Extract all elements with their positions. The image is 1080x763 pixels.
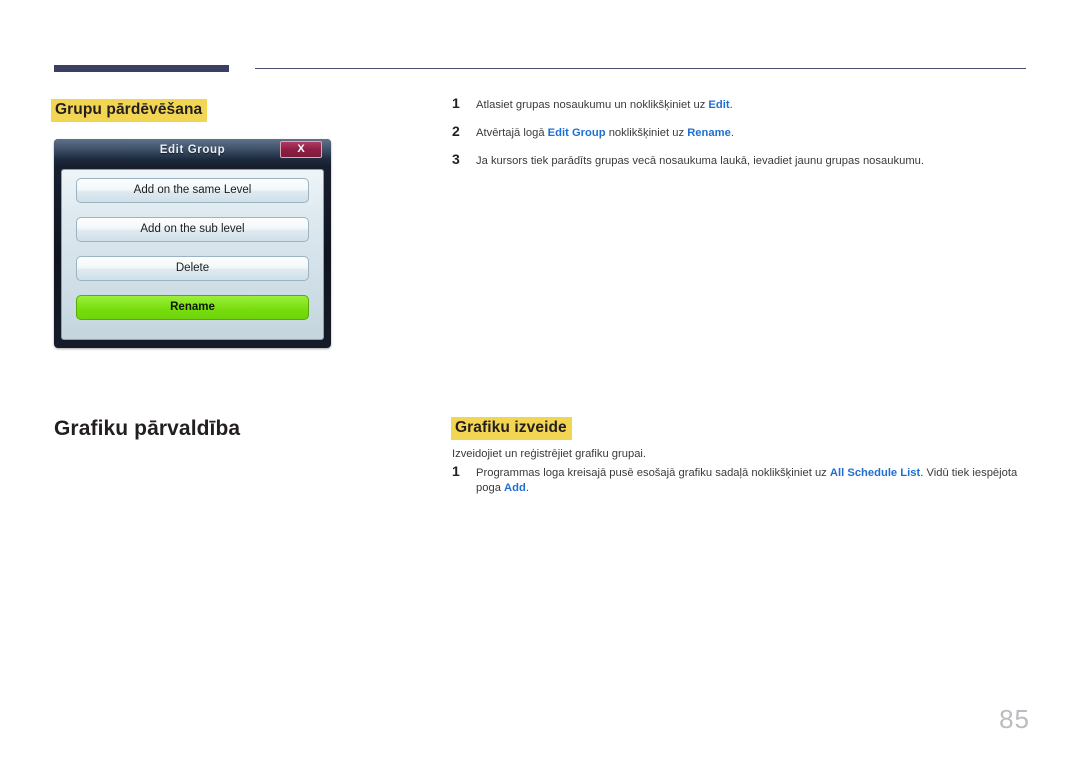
step-text: Atvērtajā logā Edit Group noklikšķiniet … bbox=[476, 127, 734, 139]
delete-button[interactable]: Delete bbox=[76, 256, 309, 281]
close-icon[interactable]: X bbox=[280, 141, 322, 158]
dialog-body: Add on the same Level Add on the sub lev… bbox=[61, 169, 324, 340]
add-on-sub-level-button[interactable]: Add on the sub level bbox=[76, 217, 309, 242]
page-title: Grafiku pārvaldība bbox=[54, 417, 241, 440]
step-number: 3 bbox=[452, 151, 460, 167]
dialog-titlebar: Edit Group X bbox=[54, 139, 331, 166]
list-item: 2 Atvērtajā logā Edit Group noklikšķinie… bbox=[452, 123, 1027, 141]
list-item: 3 Ja kursors tiek parādīts grupas vecā n… bbox=[452, 151, 1027, 169]
step-text: Ja kursors tiek parādīts grupas vecā nos… bbox=[476, 155, 924, 167]
header-rule-right bbox=[255, 68, 1026, 69]
step-number: 1 bbox=[452, 463, 460, 479]
section-heading-rename-group: Grupu pārdēvēšana bbox=[51, 99, 208, 122]
list-item: 1 Atlasiet grupas nosaukumu un noklikšķi… bbox=[452, 95, 1027, 113]
step-number: 2 bbox=[452, 123, 460, 139]
rename-button[interactable]: Rename bbox=[76, 295, 309, 320]
step-number: 1 bbox=[452, 95, 460, 111]
header-rule-left bbox=[54, 65, 229, 72]
edit-group-dialog: Edit Group X Add on the same Level Add o… bbox=[54, 139, 331, 348]
steps-list-create-schedule: 1 Programmas loga kreisajā pusē esošajā … bbox=[452, 463, 1027, 509]
page-number: 85 bbox=[999, 704, 1030, 734]
steps-list-rename-group: 1 Atlasiet grupas nosaukumu un noklikšķi… bbox=[452, 95, 1027, 182]
list-item: 1 Programmas loga kreisajā pusē esošajā … bbox=[452, 463, 1027, 496]
create-schedule-lead-text: Izveidojiet un reģistrējiet grafiku grup… bbox=[452, 448, 647, 460]
section-heading-create-schedule: Grafiku izveide bbox=[451, 417, 572, 440]
step-text: Atlasiet grupas nosaukumu un noklikšķini… bbox=[476, 99, 733, 111]
step-text: Programmas loga kreisajā pusē esošajā gr… bbox=[476, 467, 1018, 494]
add-on-same-level-button[interactable]: Add on the same Level bbox=[76, 178, 309, 203]
